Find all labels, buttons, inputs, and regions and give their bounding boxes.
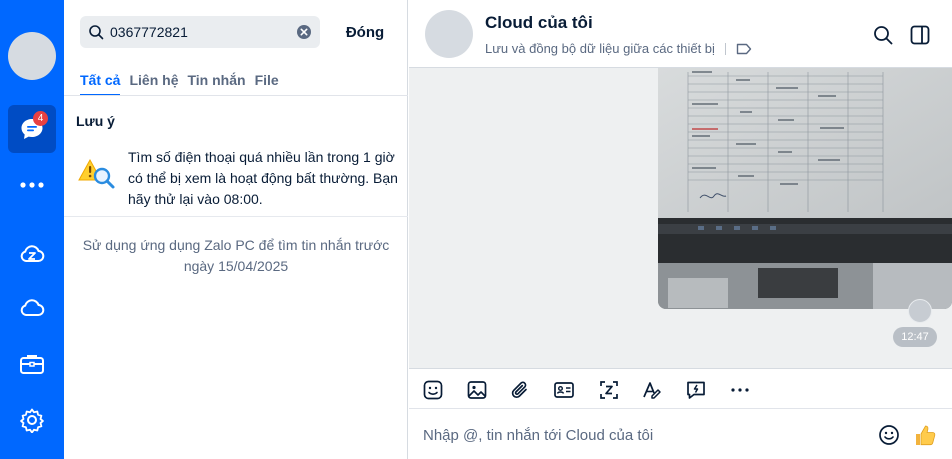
message-input[interactable]: Nhập @, tin nhắn tới Cloud của tôi [423,427,653,444]
subtitle-divider [724,42,726,55]
tab-files[interactable]: File [255,72,279,96]
message-composer[interactable]: Nhập @, tin nhắn tới Cloud của tôi [409,409,952,459]
warning-search-icon [78,158,115,189]
conversation-title[interactable]: Cloud của tôi [485,13,593,33]
zalo-app: 4 0367772821 Đóng Tất cả Liên hệ Tin nhắ… [0,0,952,459]
zcloud-icon [20,245,45,262]
section-divider [64,216,408,217]
more-options-icon[interactable] [729,379,751,401]
clear-search-icon[interactable] [296,24,312,40]
search-tabs: Tất cả Liên hệ Tin nhắn File [80,72,288,96]
gear-icon [20,408,44,433]
note-heading: Lưu ý [76,113,115,129]
conversation-subtitle: Lưu và đồng bộ dữ liệu giữa các thiết bị [485,41,752,56]
chat-header: Cloud của tôi Lưu và đồng bộ dữ liệu giữ… [409,0,952,68]
conversation-avatar[interactable] [425,10,473,58]
image-icon[interactable] [466,379,488,401]
message-time: 12:47 [893,327,937,347]
user-avatar[interactable] [8,32,56,80]
emoji-icon[interactable] [878,424,900,446]
composer-toolbar [409,368,952,409]
tab-messages[interactable]: Tin nhắn [187,72,245,96]
settings-nav-button[interactable] [8,396,56,444]
search-box[interactable]: 0367772821 [80,16,320,48]
close-search-button[interactable]: Đóng [330,16,400,48]
cloud-icon [20,299,45,316]
briefcase-icon [20,355,44,374]
search-conversation-icon[interactable] [872,24,894,46]
cloud-nav-button[interactable] [8,284,56,332]
rate-limit-warning: Tìm số điện thoại quá nhiều lần trong 1 … [128,149,398,207]
tools-nav-button[interactable] [8,340,56,388]
chat-panel: Cloud của tôi Lưu và đồng bộ dữ liệu giữ… [409,0,952,459]
screenshot-icon[interactable] [598,379,620,401]
contact-card-icon[interactable] [553,379,575,401]
search-panel: 0367772821 Đóng Tất cả Liên hệ Tin nhắn … [64,0,408,459]
subtitle-text: Lưu và đồng bộ dữ liệu giữa các thiết bị [485,41,715,56]
attachment-icon[interactable] [509,379,531,401]
messages-nav-button[interactable]: 4 [8,105,56,153]
pc-search-hint: Sử dụng ứng dụng Zalo PC để tìm tin nhắn… [82,237,390,274]
nav-rail: 4 [0,0,64,459]
search-icon [89,25,104,40]
zcloud-nav-button[interactable] [8,230,56,278]
tag-icon[interactable] [736,43,752,55]
sidebar-toggle-icon[interactable] [909,24,931,46]
sticker-icon[interactable] [422,379,444,401]
text-format-icon[interactable] [641,379,663,401]
tabs-divider [64,95,408,96]
quick-message-icon[interactable] [685,379,707,401]
image-message[interactable] [658,68,952,309]
thumbs-up-icon[interactable] [912,422,938,448]
seen-avatar [908,299,932,323]
photo-lab-result-sheet [658,68,952,309]
search-input[interactable]: 0367772821 [110,24,296,40]
more-dots-icon [20,182,44,188]
tab-contacts[interactable]: Liên hệ [129,72,178,96]
more-nav-button[interactable] [8,161,56,209]
unread-badge: 4 [33,111,48,126]
tab-all[interactable]: Tất cả [80,72,121,96]
